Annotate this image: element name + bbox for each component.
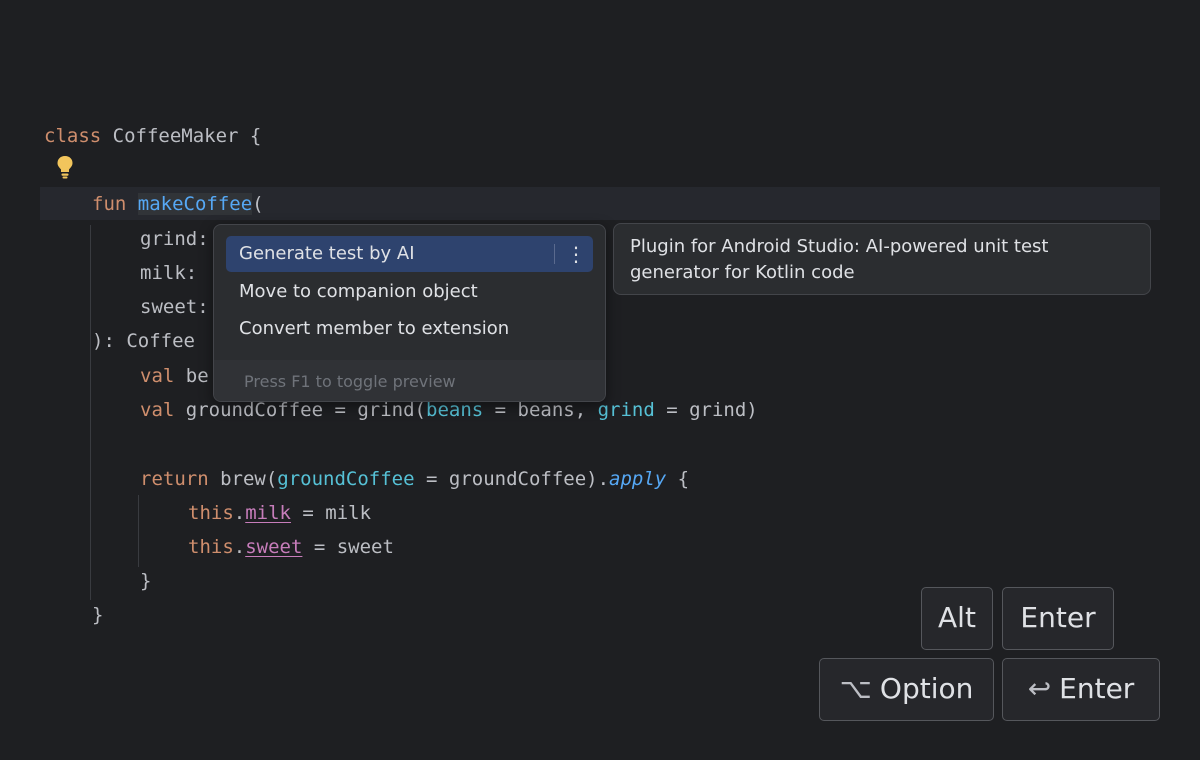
menu-item-label: Move to companion object	[239, 281, 478, 302]
menu-item-generate-test[interactable]: Generate test by AI ⋮	[226, 236, 593, 272]
code-line-this-milk: this.milk = milk	[188, 502, 372, 524]
code-line-param-sweet: sweet:	[140, 296, 209, 318]
code-line-param-milk: milk:	[140, 262, 198, 284]
lightbulb-icon[interactable]	[55, 154, 75, 180]
menu-item-move-companion[interactable]: Move to companion object	[226, 274, 593, 310]
code-line-return-type: ): Coffee	[92, 330, 195, 352]
menu-item-label: Generate test by AI	[239, 243, 415, 264]
menu-item-convert-extension[interactable]: Convert member to extension	[226, 311, 593, 347]
indent-guide	[138, 495, 139, 567]
code-line-class: class CoffeeMaker {	[44, 125, 262, 147]
tooltip-line: generator for Kotlin code	[630, 262, 855, 283]
code-line-fun: fun makeCoffee(	[92, 193, 264, 215]
code-line-close-fun: }	[92, 604, 104, 626]
more-options-icon[interactable]: ⋮	[566, 236, 586, 272]
intention-actions-popup: Generate test by AI ⋮ Move to companion …	[213, 224, 606, 402]
intention-description-tooltip: Plugin for Android Studio: AI-powered un…	[613, 223, 1151, 295]
key-option: ⌥ Option	[819, 658, 994, 721]
key-alt: Alt	[921, 587, 993, 650]
code-line-return: return brew(groundCoffee = groundCoffee)…	[140, 468, 690, 490]
key-enter: Enter	[1002, 587, 1114, 650]
indent-guide	[90, 225, 91, 600]
code-line-val-beans: val be	[140, 365, 209, 387]
menu-item-label: Convert member to extension	[239, 318, 510, 339]
code-line-this-sweet: this.sweet = sweet	[188, 536, 394, 558]
option-key-icon: ⌥	[839, 672, 872, 705]
key-return: ↩ Enter	[1002, 658, 1160, 721]
function-name[interactable]: makeCoffee	[137, 193, 253, 215]
code-line-param-grind: grind:	[140, 228, 209, 250]
code-line-close-apply: }	[140, 570, 152, 592]
return-key-icon: ↩	[1027, 672, 1052, 705]
popup-footer-hint: Press F1 to toggle preview	[214, 360, 605, 401]
tooltip-line: Plugin for Android Studio: AI-powered un…	[630, 236, 1049, 257]
menu-divider	[554, 244, 555, 264]
